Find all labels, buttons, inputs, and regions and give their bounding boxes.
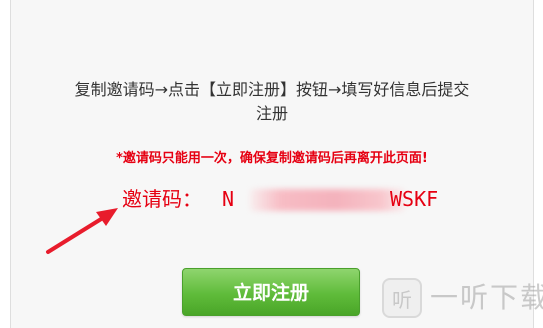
watermark-text: 一听下载 — [430, 281, 543, 314]
invite-code-end[interactable]: WSKF — [390, 186, 438, 212]
watermark: 听 一听下载 — [382, 272, 543, 324]
instruction-text: 复制邀请码→点击【立即注册】按钮→填写好信息后提交 注册 — [10, 78, 534, 126]
register-now-button[interactable]: 立即注册 — [182, 268, 360, 316]
watermark-logo-icon: 听 — [382, 278, 422, 318]
invite-code-start[interactable]: N — [222, 186, 234, 212]
warning-text: *邀请码只能用一次，确保复制邀请码后再离开此页面! — [116, 151, 428, 166]
invite-code-blur-mask — [250, 189, 405, 211]
red-arrow-icon — [46, 208, 118, 254]
invite-code-label: 邀请码： — [122, 187, 202, 211]
instruction-line-2: 注册 — [255, 104, 288, 123]
instruction-line-1: 复制邀请码→点击【立即注册】按钮→填写好信息后提交 — [74, 80, 470, 99]
